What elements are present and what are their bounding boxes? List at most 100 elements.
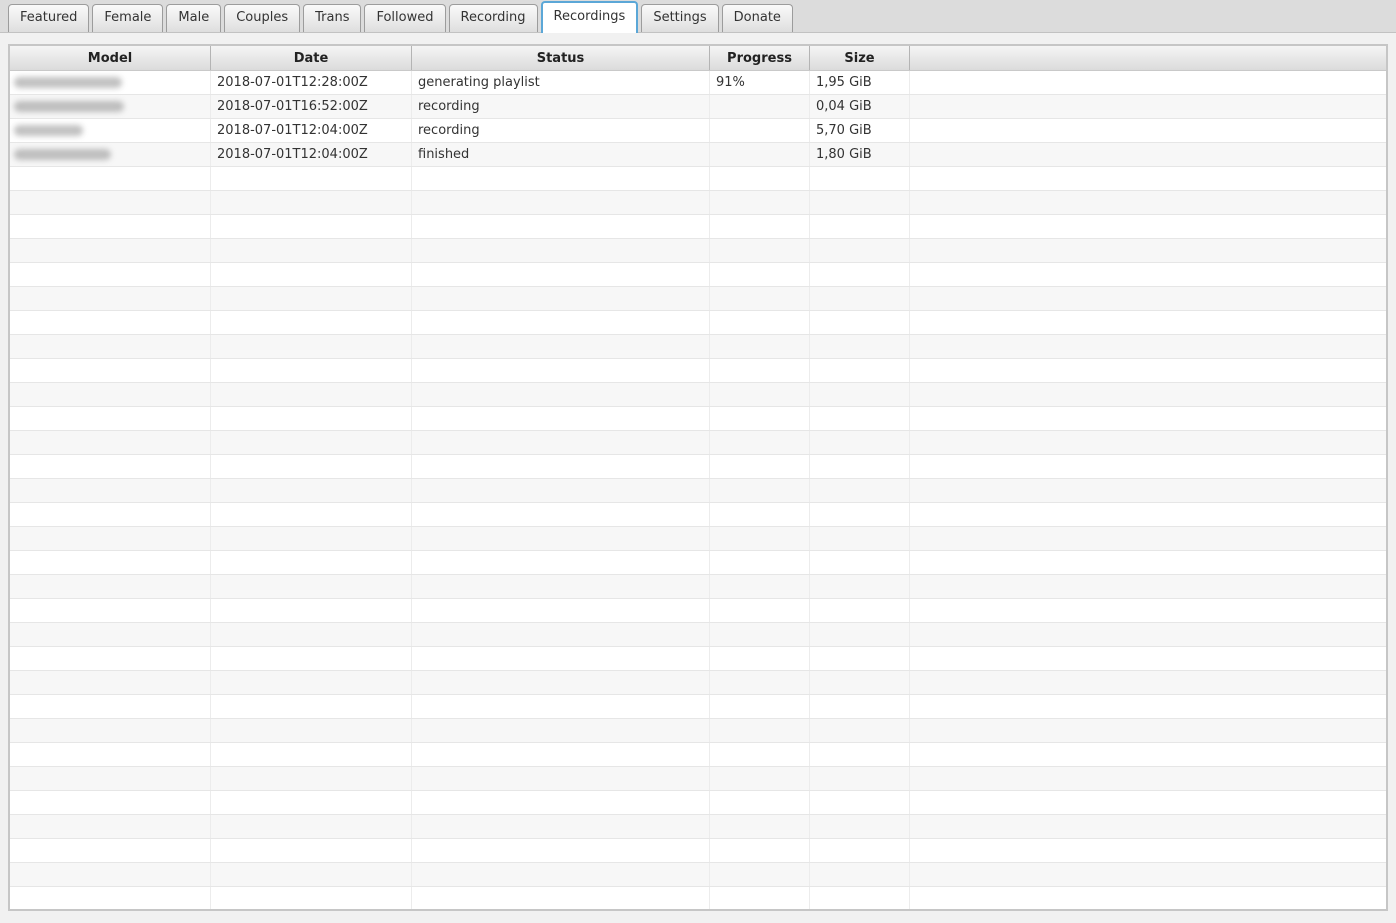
tab-followed[interactable]: Followed (364, 4, 445, 32)
cell-status (412, 767, 710, 790)
cell-model (10, 335, 211, 358)
tab-trans[interactable]: Trans (303, 4, 361, 32)
table-row[interactable]: 2018-07-01T12:28:00Z generating playlist… (10, 71, 1386, 95)
tab-settings[interactable]: Settings (641, 4, 718, 32)
cell-filler (910, 695, 1386, 718)
cell-filler (910, 431, 1386, 454)
cell-model (10, 479, 211, 502)
table-row[interactable]: 2018-07-01T12:04:00Z recording 5,70 GiB (10, 119, 1386, 143)
cell-progress (710, 191, 810, 214)
cell-date (211, 359, 412, 382)
column-header-filler[interactable] (910, 46, 1386, 70)
column-header-status[interactable]: Status (412, 46, 710, 70)
cell-size (810, 359, 910, 382)
tab-featured[interactable]: Featured (8, 4, 89, 32)
cell-date (211, 527, 412, 550)
empty-table-row (10, 239, 1386, 263)
tab-bar: Featured Female Male Couples Trans Follo… (0, 0, 1396, 33)
cell-size (810, 503, 910, 526)
table-row[interactable]: 2018-07-01T12:04:00Z finished 1,80 GiB (10, 143, 1386, 167)
cell-size (810, 335, 910, 358)
cell-filler (910, 719, 1386, 742)
cell-progress (710, 695, 810, 718)
cell-filler (910, 815, 1386, 838)
cell-status (412, 647, 710, 670)
table-row[interactable]: 2018-07-01T16:52:00Z recording 0,04 GiB (10, 95, 1386, 119)
cell-date (211, 551, 412, 574)
empty-table-row (10, 479, 1386, 503)
cell-model (10, 407, 211, 430)
cell-filler (910, 599, 1386, 622)
cell-status (412, 791, 710, 814)
cell-date (211, 191, 412, 214)
tab-label: Female (104, 10, 151, 25)
cell-progress (710, 119, 810, 142)
cell-status (412, 887, 710, 909)
cell-progress (710, 359, 810, 382)
cell-status: recording (412, 95, 710, 118)
cell-filler (910, 575, 1386, 598)
cell-size (810, 191, 910, 214)
tab-label: Male (178, 10, 209, 25)
tab-male[interactable]: Male (166, 4, 221, 32)
cell-date (211, 719, 412, 742)
tab-recording[interactable]: Recording (449, 4, 538, 32)
cell-progress (710, 479, 810, 502)
cell-model (10, 167, 211, 190)
tab-recordings[interactable]: Recordings (541, 1, 639, 33)
column-header-size[interactable]: Size (810, 46, 910, 70)
cell-filler (910, 551, 1386, 574)
cell-filler (910, 767, 1386, 790)
cell-size (810, 839, 910, 862)
cell-date (211, 695, 412, 718)
empty-table-row (10, 551, 1386, 575)
cell-progress (710, 791, 810, 814)
cell-size (810, 863, 910, 886)
cell-filler (910, 383, 1386, 406)
cell-filler (910, 623, 1386, 646)
cell-model (10, 743, 211, 766)
cell-filler (910, 671, 1386, 694)
cell-size (810, 407, 910, 430)
cell-progress (710, 167, 810, 190)
cell-filler (910, 407, 1386, 430)
redacted-model-name (14, 149, 111, 160)
cell-date (211, 743, 412, 766)
cell-size (810, 647, 910, 670)
cell-model (10, 359, 211, 382)
empty-table-row (10, 383, 1386, 407)
cell-model (10, 215, 211, 238)
cell-date (211, 263, 412, 286)
empty-table-row (10, 335, 1386, 359)
table-header-row: Model Date Status Progress Size (10, 46, 1386, 71)
cell-filler (910, 863, 1386, 886)
cell-status (412, 599, 710, 622)
tab-label: Couples (236, 10, 288, 25)
cell-date (211, 767, 412, 790)
cell-status (412, 311, 710, 334)
tab-donate[interactable]: Donate (722, 4, 793, 32)
cell-size: 0,04 GiB (810, 95, 910, 118)
column-header-label: Date (294, 51, 329, 66)
column-header-progress[interactable]: Progress (710, 46, 810, 70)
cell-date (211, 215, 412, 238)
cell-progress (710, 239, 810, 262)
cell-size (810, 215, 910, 238)
cell-size (810, 455, 910, 478)
cell-size (810, 527, 910, 550)
tab-female[interactable]: Female (92, 4, 163, 32)
column-header-date[interactable]: Date (211, 46, 412, 70)
cell-date (211, 239, 412, 262)
tab-couples[interactable]: Couples (224, 4, 300, 32)
cell-date (211, 815, 412, 838)
cell-size (810, 767, 910, 790)
cell-date: 2018-07-01T12:04:00Z (211, 119, 412, 142)
cell-model (10, 71, 211, 94)
cell-size (810, 431, 910, 454)
column-header-model[interactable]: Model (10, 46, 211, 70)
cell-status (412, 503, 710, 526)
cell-progress (710, 287, 810, 310)
cell-progress (710, 143, 810, 166)
empty-table-row (10, 863, 1386, 887)
cell-progress (710, 263, 810, 286)
